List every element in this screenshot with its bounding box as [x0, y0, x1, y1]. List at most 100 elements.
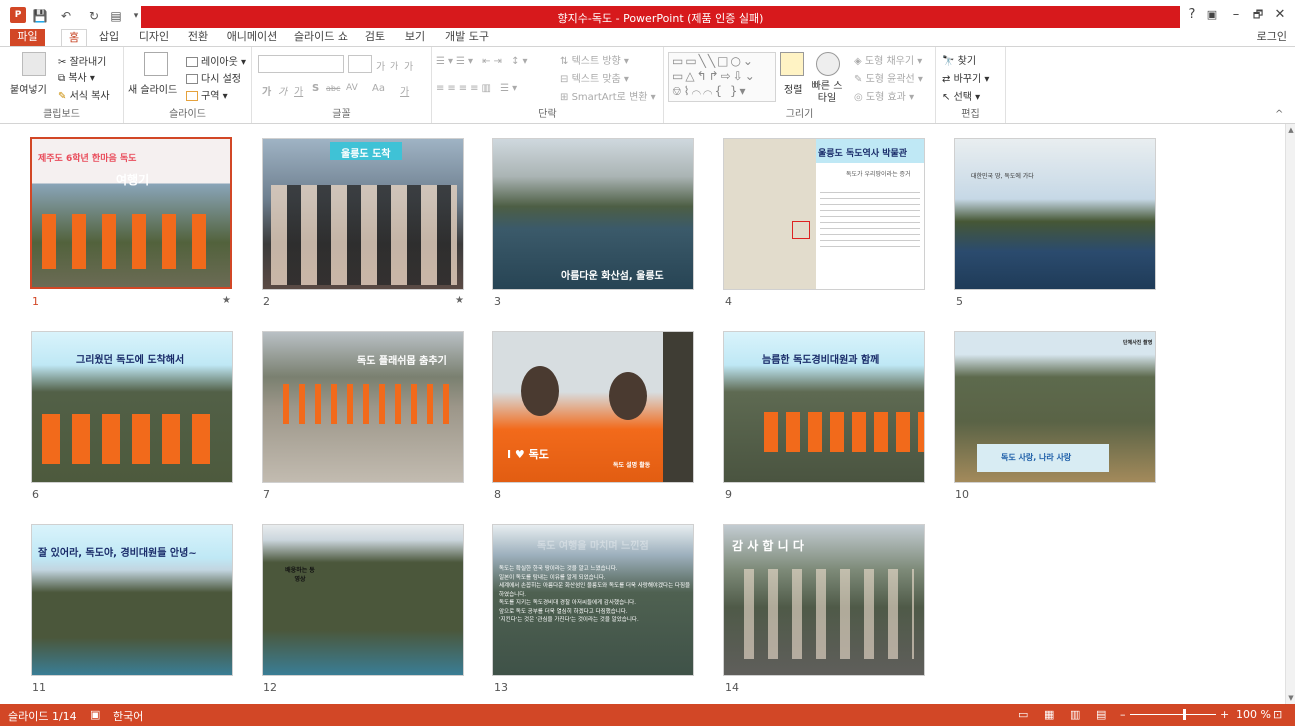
- slide-13-bullet: 세계에서 손꼽히는 아름다운 화산섬인 울릉도와 독도를 더욱 사랑해야겠다는 …: [499, 583, 691, 598]
- undo-icon[interactable]: ↶: [58, 8, 74, 24]
- slide-thumbnail-7[interactable]: 독도 플래쉬몹 춤추기: [262, 331, 464, 483]
- shapes-gallery[interactable]: ▭▭╲╲□○⌄ ▭△↰↱⇨⇩⌄ ⎊⌇⌒⌒{ }▾: [668, 52, 776, 102]
- powerpoint-app-icon[interactable]: P: [10, 7, 26, 23]
- bold-button[interactable]: 가: [262, 83, 271, 98]
- character-spacing-button[interactable]: AV: [346, 83, 358, 93]
- redo-icon[interactable]: ↻: [86, 8, 102, 24]
- change-case-button[interactable]: Aa: [372, 83, 385, 94]
- paste-button[interactable]: 붙여넣기: [10, 81, 47, 96]
- italic-button[interactable]: 가: [278, 83, 287, 98]
- scroll-down-arrow-icon[interactable]: ▼: [1287, 694, 1295, 702]
- font-color-button[interactable]: 가: [400, 83, 409, 98]
- reading-view-icon[interactable]: ▥: [1070, 708, 1080, 721]
- shape-outline-label: 도형 윤곽선: [865, 74, 915, 85]
- slide-thumbnail-1[interactable]: 제주도 6학년 한마음 독도 여행기: [30, 137, 232, 289]
- start-from-beginning-icon[interactable]: ▤: [108, 8, 124, 24]
- tab-slideshow[interactable]: 슬라이드 쇼: [292, 29, 350, 46]
- zoom-in-icon[interactable]: +: [1220, 708, 1229, 721]
- zoom-slider-thumb[interactable]: [1183, 709, 1186, 720]
- increase-font-button[interactable]: 가: [376, 58, 385, 73]
- close-button[interactable]: ✕: [1271, 7, 1289, 23]
- slide-thumbnail-3[interactable]: 아름다운 화산섬, 울릉도: [492, 138, 694, 290]
- slide-thumbnail-10[interactable]: 단체사진 촬영 독도 사랑, 나라 사랑: [954, 331, 1156, 483]
- slideshow-view-icon[interactable]: ▤: [1096, 708, 1106, 721]
- quick-styles-icon[interactable]: [816, 52, 840, 76]
- login-link[interactable]: 로그인: [1257, 29, 1287, 46]
- slide-thumbnail-14[interactable]: 감 사 합 니 다: [723, 524, 925, 676]
- tab-file[interactable]: 파일: [10, 29, 45, 46]
- reset-button[interactable]: 다시 설정: [186, 70, 241, 85]
- slide-1-photo-people: [42, 214, 222, 269]
- slide-12-background: [263, 525, 463, 675]
- format-painter-button[interactable]: ✎ 서식 복사: [58, 87, 110, 102]
- tab-review[interactable]: 검토: [362, 29, 388, 46]
- tab-animations[interactable]: 애니메이션: [224, 29, 280, 46]
- shadow-button[interactable]: S: [312, 83, 319, 94]
- strikethrough-button[interactable]: abc: [326, 84, 340, 93]
- language-indicator[interactable]: 한국어: [113, 708, 143, 724]
- align-text-button[interactable]: ⊟ 텍스트 맞춤 ▾: [560, 70, 629, 85]
- copy-button[interactable]: ⧉ 복사 ▾: [58, 69, 95, 84]
- tab-home[interactable]: 홈: [61, 29, 87, 46]
- shape-effects-button[interactable]: ◎ 도형 효과 ▾: [854, 88, 914, 103]
- restore-button[interactable]: 🗗: [1249, 7, 1267, 23]
- slide-sorter-view-icon[interactable]: ▦: [1044, 708, 1054, 721]
- cut-button[interactable]: ✂ 잘라내기: [58, 53, 106, 68]
- paste-icon[interactable]: [22, 52, 46, 76]
- tab-transitions[interactable]: 전환: [183, 29, 213, 46]
- slide-2-animation-star-icon[interactable]: ★: [455, 295, 464, 306]
- clear-formatting-button[interactable]: 가: [404, 58, 413, 73]
- slide-13-title: 독도 여행을 마치며 느낀점: [537, 541, 649, 552]
- smartart-button[interactable]: ⊞ SmartArt로 변환 ▾: [560, 88, 656, 103]
- layout-button[interactable]: 레이아웃 ▾: [186, 53, 246, 68]
- tab-view[interactable]: 보기: [402, 29, 428, 46]
- help-button[interactable]: ?: [1183, 7, 1201, 23]
- tab-insert[interactable]: 삽입: [96, 29, 122, 46]
- zoom-slider-track[interactable]: [1130, 714, 1216, 715]
- minimize-button[interactable]: –: [1227, 7, 1245, 23]
- save-icon[interactable]: 💾: [32, 8, 48, 24]
- font-name-combo[interactable]: [258, 55, 344, 73]
- replace-button[interactable]: ⇄ 바꾸기 ▾: [942, 70, 989, 85]
- slide-thumbnail-2[interactable]: 울릉도 도착: [262, 138, 464, 290]
- quick-styles-button[interactable]: 빠른 스타일: [810, 81, 844, 105]
- normal-view-icon[interactable]: ▭: [1018, 708, 1028, 721]
- alignment-buttons[interactable]: ≡≡≡≡▥ ☰▾: [436, 83, 520, 94]
- slide-thumbnail-6[interactable]: 그리웠던 독도에 도착해서: [31, 331, 233, 483]
- slide-thumbnail-11[interactable]: 잘 있어라, 독도야, 경비대원들 안녕~: [31, 524, 233, 676]
- find-button[interactable]: 🔭 찾기: [942, 52, 976, 67]
- text-direction-button[interactable]: ⇅ 텍스트 방향 ▾: [560, 52, 629, 67]
- zoom-out-icon[interactable]: –: [1120, 708, 1126, 721]
- zoom-level[interactable]: 100 %: [1236, 708, 1271, 721]
- font-size-combo[interactable]: [348, 55, 372, 73]
- fit-slide-icon[interactable]: ⊡: [1273, 708, 1282, 721]
- paint-bucket-icon: ◈: [854, 56, 865, 67]
- spelling-icon[interactable]: ▣: [90, 708, 100, 721]
- ribbon-display-options-button[interactable]: ▣: [1203, 7, 1221, 23]
- tab-developer[interactable]: 개발 도구: [442, 29, 492, 46]
- arrange-icon[interactable]: [780, 52, 804, 76]
- underline-button[interactable]: 가: [294, 83, 303, 98]
- shape-fill-button[interactable]: ◈ 도형 채우기 ▾: [854, 52, 922, 67]
- new-slide-button[interactable]: 새 슬라이드: [128, 81, 177, 96]
- section-button[interactable]: 구역 ▾: [186, 87, 228, 102]
- slide-thumbnail-8[interactable]: I ♥ 독도 독도 설명 활동: [492, 331, 694, 483]
- scroll-up-arrow-icon[interactable]: ▲: [1287, 126, 1295, 134]
- tab-design[interactable]: 디자인: [134, 29, 174, 46]
- decrease-font-button[interactable]: 가: [390, 59, 398, 72]
- new-slide-icon[interactable]: [144, 52, 168, 76]
- slide-thumbnail-13[interactable]: 독도 여행을 마치며 느낀점 독도는 확실한 한국 땅이라는 것을 알고 느꼈습…: [492, 524, 694, 676]
- slide-thumbnail-5[interactable]: 대한민국 땅, 독도에 가다: [954, 138, 1156, 290]
- slide-thumbnail-9[interactable]: 늠름한 독도경비대원과 함께: [723, 331, 925, 483]
- arrange-button[interactable]: 정렬: [784, 81, 802, 96]
- slide-thumbnail-12[interactable]: 배웅하는 동영상: [262, 524, 464, 676]
- slide-1-animation-star-icon[interactable]: ★: [222, 295, 231, 306]
- slide-11-title: 잘 있어라, 독도야, 경비대원들 안녕~: [38, 548, 197, 559]
- slide-7-title: 독도 플래쉬몹 춤추기: [357, 356, 447, 367]
- vertical-scrollbar[interactable]: ▲ ▼: [1285, 124, 1295, 704]
- select-button[interactable]: ↖ 선택 ▾: [942, 88, 980, 103]
- slide-thumbnail-4[interactable]: 울릉도 독도역사 박물관 독도가 우리땅이라는 증거: [723, 138, 925, 290]
- collapse-ribbon-icon[interactable]: ^: [1275, 109, 1283, 120]
- shape-outline-button[interactable]: ✎ 도형 윤곽선 ▾: [854, 70, 923, 85]
- list-buttons[interactable]: ☰▾☰▾ ⇤⇥ ↕▾: [436, 56, 530, 67]
